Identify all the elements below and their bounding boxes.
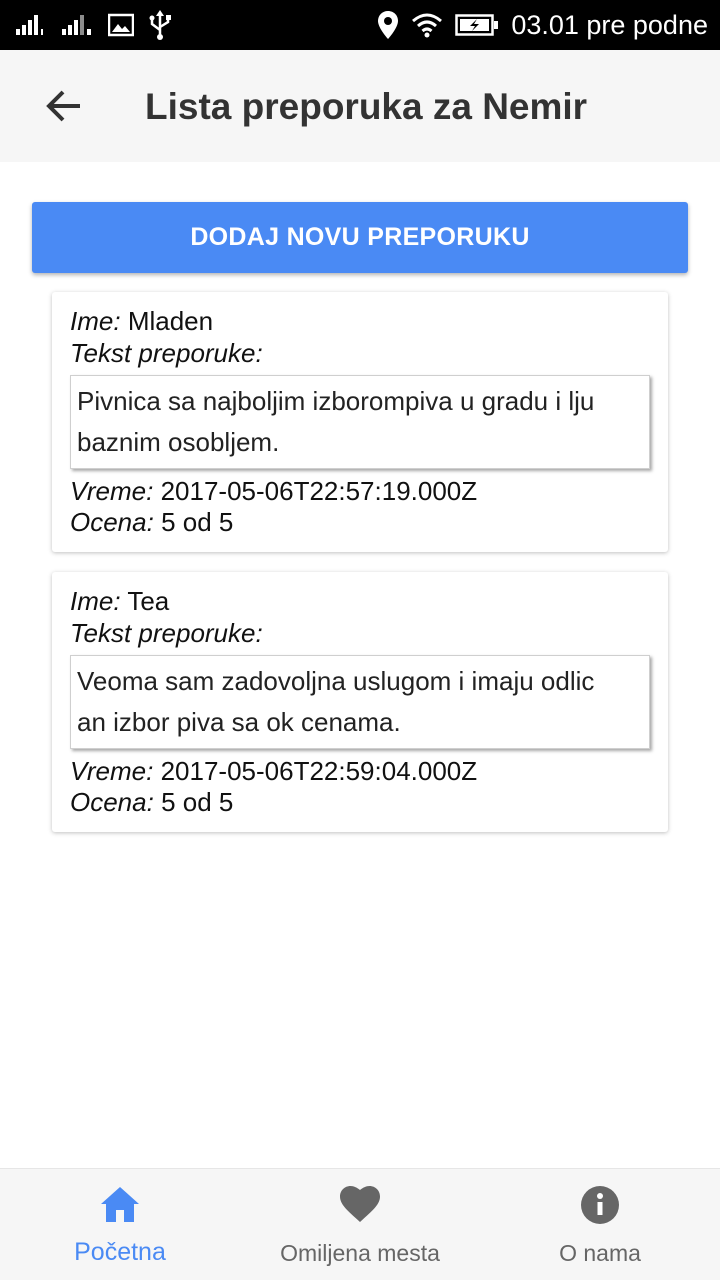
signal-2-icon [62, 15, 91, 35]
rating-label: Ocena: [70, 507, 154, 537]
app-bar: Lista preporuka za Nemir [0, 50, 720, 162]
heart-icon [340, 1186, 380, 1222]
status-bar: 03.01 pre podne [0, 0, 720, 50]
rating-value: 5 od 5 [161, 787, 234, 817]
status-time: 03.01 pre podne [511, 9, 708, 40]
rating-row: Ocena: 5 od 5 [70, 787, 233, 818]
nav-item-home[interactable]: Početna [20, 1169, 220, 1281]
name-label: Ime: [70, 586, 121, 616]
name-value: Mladen [127, 306, 214, 336]
rating-value: 5 od 5 [161, 507, 234, 537]
back-button[interactable] [38, 80, 90, 132]
signal-1-icon [16, 15, 43, 35]
image-icon [108, 13, 134, 37]
usb-icon [149, 10, 171, 40]
recommendation-text-line: baznim osobljem. [77, 427, 280, 457]
recommendations-content: DODAJ NOVU PREPORUKU Ime: Mladen Tekst p… [0, 162, 720, 1168]
recommendation-card: Ime: Mladen Tekst preporuke: Pivnica sa … [52, 292, 668, 552]
info-icon [581, 1186, 619, 1224]
name-label: Ime: [70, 306, 121, 336]
rating-row: Ocena: 5 od 5 [70, 507, 233, 538]
recommendation-card: Ime: Tea Tekst preporuke: Veoma sam zado… [52, 572, 668, 832]
time-label: Vreme: [70, 476, 154, 506]
status-left-icons [16, 10, 172, 40]
text-label: Tekst preporuke: [70, 618, 263, 648]
wifi-icon [412, 13, 443, 38]
nav-label-about: O nama [559, 1240, 641, 1266]
name-row: Ime: Tea [70, 586, 169, 617]
time-row: Vreme: 2017-05-06T22:57:19.000Z [70, 476, 477, 507]
bottom-navigation: Početna Omiljena mesta O nama [0, 1168, 720, 1280]
recommendation-text-line: an izbor piva sa ok cenama. [77, 707, 401, 737]
page-title: Lista preporuka za Nemir [145, 86, 588, 127]
arrow-back-icon [46, 90, 80, 122]
text-label-row: Tekst preporuke: [70, 338, 263, 369]
recommendation-text: Veoma sam zadovoljna uslugom i imaju odl… [70, 655, 650, 749]
nav-item-favorites[interactable]: Omiljena mesta [260, 1169, 460, 1281]
rating-label: Ocena: [70, 787, 154, 817]
text-label-row: Tekst preporuke: [70, 618, 263, 649]
recommendation-text-line: Veoma sam zadovoljna uslugom i imaju odl… [77, 666, 595, 696]
nav-label-home: Početna [74, 1238, 166, 1266]
add-recommendation-button[interactable]: DODAJ NOVU PREPORUKU [32, 202, 688, 273]
time-value: 2017-05-06T22:57:19.000Z [160, 476, 478, 506]
time-value: 2017-05-06T22:59:04.000Z [160, 756, 478, 786]
status-right-icons: 03.01 pre podne [377, 8, 708, 42]
name-row: Ime: Mladen [70, 306, 213, 337]
time-label: Vreme: [70, 756, 154, 786]
nav-item-about[interactable]: O nama [500, 1169, 700, 1281]
nav-label-favorites: Omiljena mesta [280, 1240, 440, 1266]
location-icon [378, 11, 399, 39]
text-label: Tekst preporuke: [70, 338, 263, 368]
time-row: Vreme: 2017-05-06T22:59:04.000Z [70, 756, 477, 787]
battery-charging-icon [455, 14, 499, 36]
recommendation-text: Pivnica sa najboljim izborompiva u gradu… [70, 375, 650, 469]
name-value: Tea [127, 586, 170, 616]
recommendation-text-line: Pivnica sa najboljim izborompiva u gradu… [77, 386, 595, 416]
home-icon [101, 1187, 139, 1222]
